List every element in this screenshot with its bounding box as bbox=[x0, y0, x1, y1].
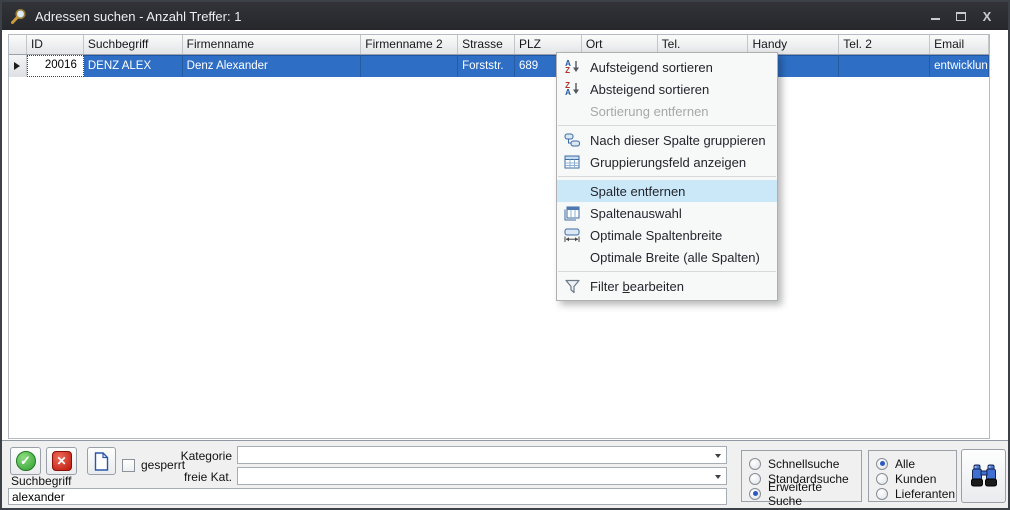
chevron-down-icon bbox=[715, 475, 721, 479]
sort-ascending-icon: AZ bbox=[562, 60, 582, 74]
magnifier-icon bbox=[10, 8, 27, 25]
close-button[interactable]: X bbox=[974, 3, 1000, 29]
freie-kat-label: freie Kat. bbox=[152, 470, 232, 484]
column-header-firmenname2[interactable]: Firmenname 2 bbox=[361, 35, 458, 54]
radio-schnellsuche[interactable]: Schnellsuche bbox=[749, 456, 854, 471]
radio-icon bbox=[876, 488, 888, 500]
radio-alle[interactable]: Alle bbox=[876, 456, 949, 471]
radio-icon-selected bbox=[749, 488, 761, 500]
radio-icon-selected bbox=[876, 458, 888, 470]
group-by-column-icon bbox=[562, 133, 582, 147]
menu-item-label: Filter bearbeiten bbox=[590, 279, 684, 294]
radio-label: Lieferanten bbox=[895, 487, 955, 501]
cancel-button[interactable]: ✕ bbox=[46, 447, 77, 475]
current-row-arrow-icon bbox=[14, 62, 20, 70]
menu-item-filter-editor[interactable]: Filter bearbeiten bbox=[557, 275, 777, 297]
radio-kunden[interactable]: Kunden bbox=[876, 471, 949, 486]
menu-item-label: Aufsteigend sortieren bbox=[590, 60, 713, 75]
column-header-firmenname[interactable]: Firmenname bbox=[183, 35, 362, 54]
search-footer-panel: ✓ ✕ gesperrt Kategorie freie Kat. Suchbe… bbox=[2, 440, 1008, 508]
cell-suchbegriff[interactable]: DENZ ALEX bbox=[84, 55, 183, 77]
radio-icon bbox=[749, 458, 761, 470]
menu-item-label: Sortierung entfernen bbox=[590, 104, 709, 119]
freie-kat-combo[interactable] bbox=[237, 467, 727, 485]
menu-item-label: Spaltenauswahl bbox=[590, 206, 682, 221]
radio-label: Schnellsuche bbox=[768, 457, 839, 471]
menu-separator bbox=[558, 176, 776, 177]
menu-item-group-by-column[interactable]: Nach dieser Spalte gruppieren bbox=[557, 129, 777, 151]
close-icon: X bbox=[983, 9, 992, 24]
scope-group: Alle Kunden Lieferanten bbox=[868, 450, 957, 502]
ok-button[interactable]: ✓ bbox=[10, 447, 41, 475]
column-chooser-icon bbox=[562, 206, 582, 221]
results-grid: ID Suchbegriff Firmenname Firmenname 2 S… bbox=[8, 34, 990, 439]
suchbegriff-input[interactable] bbox=[8, 488, 727, 505]
column-width-icon bbox=[562, 228, 582, 243]
menu-item-label: Absteigend sortieren bbox=[590, 82, 709, 97]
menu-item-sort-descending[interactable]: ZA Absteigend sortieren bbox=[557, 78, 777, 100]
menu-item-label: Nach dieser Spalte gruppieren bbox=[590, 133, 766, 148]
kategorie-combo[interactable] bbox=[237, 446, 727, 464]
menu-separator bbox=[558, 125, 776, 126]
cell-id[interactable]: 20016 bbox=[27, 55, 84, 77]
gesperrt-checkbox[interactable] bbox=[122, 459, 135, 472]
table-row[interactable]: 20016 DENZ ALEX Denz Alexander Forststr.… bbox=[9, 55, 989, 77]
menu-item-clear-sorting[interactable]: Sortierung entfernen bbox=[557, 100, 777, 122]
radio-icon bbox=[876, 473, 888, 485]
chevron-down-icon bbox=[715, 454, 721, 458]
menu-separator bbox=[558, 271, 776, 272]
menu-item-column-chooser[interactable]: Spaltenauswahl bbox=[557, 202, 777, 224]
title-bar: Adressen suchen - Anzahl Treffer: 1 X bbox=[2, 2, 1008, 30]
column-header-suchbegriff[interactable]: Suchbegriff bbox=[84, 35, 183, 54]
cell-firmenname[interactable]: Denz Alexander bbox=[183, 55, 362, 77]
radio-icon bbox=[749, 473, 761, 485]
radio-erweiterte-suche[interactable]: Erweiterte Suche bbox=[749, 486, 854, 501]
adressen-suchen-window: Adressen suchen - Anzahl Treffer: 1 X ID… bbox=[0, 0, 1010, 510]
menu-item-best-fit-all[interactable]: Optimale Breite (alle Spalten) bbox=[557, 246, 777, 268]
maximize-icon bbox=[956, 12, 966, 21]
maximize-button[interactable] bbox=[948, 3, 974, 29]
menu-item-best-fit[interactable]: Optimale Spaltenbreite bbox=[557, 224, 777, 246]
window-controls: X bbox=[922, 3, 1000, 29]
menu-item-sort-ascending[interactable]: AZ Aufsteigend sortieren bbox=[557, 56, 777, 78]
x-icon: ✕ bbox=[52, 451, 72, 471]
cell-email[interactable]: entwicklung... bbox=[930, 55, 989, 77]
column-header-email[interactable]: Email bbox=[930, 35, 989, 54]
row-indicator-header bbox=[9, 35, 27, 54]
menu-item-label: Optimale Spaltenbreite bbox=[590, 228, 722, 243]
column-context-menu: AZ Aufsteigend sortieren ZA Absteigend s… bbox=[556, 52, 778, 301]
cell-strasse[interactable]: Forststr. bbox=[458, 55, 515, 77]
radio-label: Erweiterte Suche bbox=[768, 480, 854, 508]
new-document-button[interactable] bbox=[87, 447, 116, 475]
menu-item-label: Optimale Breite (alle Spalten) bbox=[590, 250, 760, 265]
kategorie-label: Kategorie bbox=[152, 449, 232, 463]
filter-funnel-icon bbox=[562, 279, 582, 294]
binoculars-icon bbox=[970, 464, 998, 488]
window-title: Adressen suchen - Anzahl Treffer: 1 bbox=[35, 9, 241, 24]
sort-descending-icon: ZA bbox=[562, 82, 582, 96]
cell-firmenname2[interactable] bbox=[361, 55, 458, 77]
radio-label: Alle bbox=[895, 457, 915, 471]
suchbegriff-label: Suchbegriff bbox=[11, 474, 72, 488]
check-icon: ✓ bbox=[16, 451, 36, 471]
row-indicator-cell bbox=[9, 55, 27, 77]
menu-item-label: Spalte entfernen bbox=[590, 184, 685, 199]
column-header-id[interactable]: ID bbox=[27, 35, 84, 54]
radio-label: Kunden bbox=[895, 472, 936, 486]
minimize-button[interactable] bbox=[922, 3, 948, 29]
column-header-strasse[interactable]: Strasse bbox=[458, 35, 515, 54]
group-panel-icon bbox=[562, 155, 582, 169]
search-mode-group: Schnellsuche Standardsuche Erweiterte Su… bbox=[741, 450, 862, 502]
menu-item-show-group-panel[interactable]: Gruppierungsfeld anzeigen bbox=[557, 151, 777, 173]
search-button[interactable] bbox=[961, 449, 1006, 503]
menu-item-remove-column[interactable]: Spalte entfernen bbox=[557, 180, 777, 202]
menu-item-label: Gruppierungsfeld anzeigen bbox=[590, 155, 746, 170]
cell-tel2[interactable] bbox=[839, 55, 930, 77]
minimize-icon bbox=[931, 18, 940, 20]
column-header-tel2[interactable]: Tel. 2 bbox=[839, 35, 930, 54]
grid-header-row: ID Suchbegriff Firmenname Firmenname 2 S… bbox=[9, 35, 989, 55]
document-icon bbox=[94, 452, 109, 471]
radio-lieferanten[interactable]: Lieferanten bbox=[876, 486, 949, 501]
